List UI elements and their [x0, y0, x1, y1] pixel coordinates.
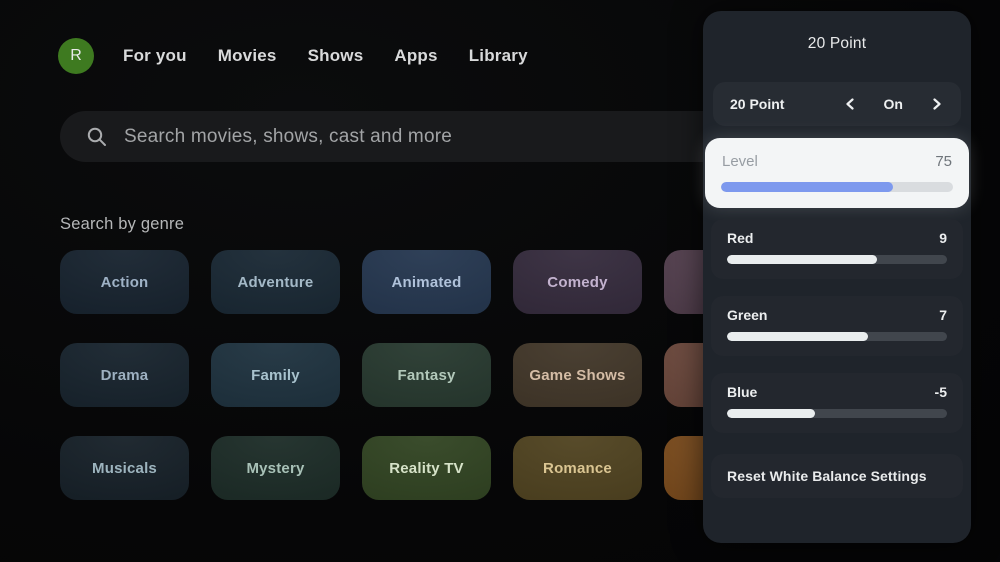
tab-library[interactable]: Library: [469, 46, 528, 66]
slider-label: Red: [727, 230, 754, 246]
genre-row: Musicals Mystery Reality TV Romance: [60, 436, 793, 500]
chevron-left-icon[interactable]: [843, 97, 857, 111]
level-slider-fill: [721, 182, 893, 192]
tab-for-you[interactable]: For you: [123, 46, 187, 66]
chevron-right-icon[interactable]: [930, 97, 944, 111]
genre-section-title: Search by genre: [60, 215, 185, 233]
slider-value: 9: [939, 230, 947, 246]
toggle-value: On: [883, 96, 903, 112]
tab-shows[interactable]: Shows: [308, 46, 364, 66]
toggle-label: 20 Point: [730, 96, 785, 112]
20-point-toggle-row[interactable]: 20 Point On: [713, 82, 961, 126]
green-slider-track[interactable]: [727, 332, 947, 341]
slider-value: 75: [935, 153, 952, 170]
genre-tile-mystery[interactable]: Mystery: [211, 436, 340, 500]
top-navigation: R For you Movies Shows Apps Library: [58, 38, 528, 74]
search-icon: [87, 127, 106, 146]
white-balance-panel: 20 Point 20 Point On Level 75 Red 9 Gree…: [703, 11, 971, 543]
slider-card-green[interactable]: Green 7: [711, 296, 963, 356]
slider-card-level[interactable]: Level 75: [705, 138, 969, 208]
green-slider-fill: [727, 332, 868, 341]
red-slider-fill: [727, 255, 877, 264]
profile-avatar[interactable]: R: [58, 38, 94, 74]
nav-tabs: For you Movies Shows Apps Library: [123, 46, 528, 66]
genre-row: Action Adventure Animated Comedy: [60, 250, 793, 314]
slider-label: Level: [722, 153, 758, 170]
blue-slider-track[interactable]: [727, 409, 947, 418]
slider-value: -5: [934, 384, 947, 400]
blue-slider-fill: [727, 409, 815, 418]
panel-title: 20 Point: [807, 35, 867, 52]
genre-tile-game-shows[interactable]: Game Shows: [513, 343, 642, 407]
genre-tile-animated[interactable]: Animated: [362, 250, 491, 314]
genre-row: Drama Family Fantasy Game Shows: [60, 343, 793, 407]
reset-button-label: Reset White Balance Settings: [727, 468, 927, 484]
slider-label: Blue: [727, 384, 758, 400]
slider-card-red[interactable]: Red 9: [711, 219, 963, 279]
genre-tile-fantasy[interactable]: Fantasy: [362, 343, 491, 407]
genre-tile-comedy[interactable]: Comedy: [513, 250, 642, 314]
tab-apps[interactable]: Apps: [394, 46, 437, 66]
level-slider-track[interactable]: [721, 182, 953, 192]
genre-tile-musicals[interactable]: Musicals: [60, 436, 189, 500]
genre-tile-drama[interactable]: Drama: [60, 343, 189, 407]
genre-tile-family[interactable]: Family: [211, 343, 340, 407]
genre-tile-action[interactable]: Action: [60, 250, 189, 314]
search-placeholder: Search movies, shows, cast and more: [124, 125, 453, 147]
reset-white-balance-button[interactable]: Reset White Balance Settings: [711, 454, 963, 498]
tab-movies[interactable]: Movies: [218, 46, 277, 66]
genre-tile-romance[interactable]: Romance: [513, 436, 642, 500]
slider-card-blue[interactable]: Blue -5: [711, 373, 963, 433]
slider-value: 7: [939, 307, 947, 323]
red-slider-track[interactable]: [727, 255, 947, 264]
genre-tile-adventure[interactable]: Adventure: [211, 250, 340, 314]
slider-label: Green: [727, 307, 768, 323]
genre-tile-reality-tv[interactable]: Reality TV: [362, 436, 491, 500]
